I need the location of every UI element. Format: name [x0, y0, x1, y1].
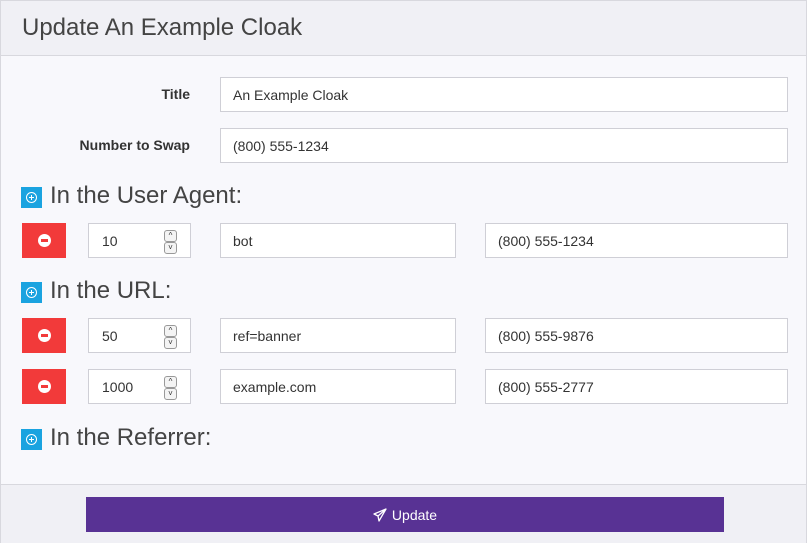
referrer-section-header: In the Referrer:	[21, 424, 211, 452]
plus-circle-icon	[26, 434, 37, 445]
weight-input[interactable]: 1000 ^ ˅	[88, 369, 191, 404]
minus-circle-icon	[37, 329, 51, 342]
plus-circle-icon	[26, 287, 37, 298]
weight-spinner[interactable]: ^ ˅	[164, 376, 177, 400]
match-input[interactable]: ref=banner	[220, 318, 456, 353]
cloak-panel: Update An Example Cloak Title An Example…	[0, 0, 807, 543]
minus-circle-icon	[37, 234, 51, 247]
user-agent-section-header: In the User Agent:	[21, 182, 242, 210]
remove-rule-button[interactable]	[22, 318, 66, 353]
add-url-rule-button[interactable]	[21, 282, 42, 303]
plus-circle-icon	[26, 192, 37, 203]
replacement-number-input[interactable]: (800) 555-2777	[485, 369, 788, 404]
weight-spinner[interactable]: ^ ˅	[164, 325, 177, 349]
match-input[interactable]: bot	[220, 223, 456, 258]
replacement-number-input[interactable]: (800) 555-9876	[485, 318, 788, 353]
chevron-up-icon[interactable]: ^	[164, 376, 177, 388]
chevron-down-icon[interactable]: ˅	[164, 242, 177, 254]
url-section-header: In the URL:	[21, 277, 171, 305]
weight-input[interactable]: 50 ^ ˅	[88, 318, 191, 353]
remove-rule-button[interactable]	[22, 223, 66, 258]
referrer-section-title: In the Referrer:	[50, 424, 212, 451]
weight-value: 10	[102, 233, 118, 249]
update-button[interactable]: Update	[86, 497, 724, 532]
chevron-up-icon[interactable]: ^	[164, 230, 177, 242]
number-to-swap-input[interactable]: (800) 555-1234	[220, 128, 788, 163]
weight-input[interactable]: 10 ^ ˅	[88, 223, 191, 258]
minus-circle-icon	[37, 380, 51, 393]
number-to-swap-label: Number to Swap	[79, 137, 190, 153]
user-agent-section-title: In the User Agent:	[50, 182, 243, 209]
replacement-number-input[interactable]: (800) 555-1234	[485, 223, 788, 258]
weight-value: 1000	[102, 379, 134, 395]
chevron-up-icon[interactable]: ^	[164, 325, 177, 337]
chevron-down-icon[interactable]: ˅	[164, 337, 177, 349]
paper-plane-icon	[373, 507, 387, 522]
chevron-down-icon[interactable]: ˅	[164, 388, 177, 400]
page-title: Update An Example Cloak	[22, 14, 303, 41]
weight-value: 50	[102, 328, 118, 344]
panel-header: Update An Example Cloak	[1, 1, 806, 56]
match-input[interactable]: example.com	[220, 369, 456, 404]
update-button-label: Update	[391, 506, 438, 523]
weight-spinner[interactable]: ^ ˅	[164, 230, 177, 254]
title-input[interactable]: An Example Cloak	[220, 77, 788, 112]
add-referrer-rule-button[interactable]	[21, 429, 42, 450]
title-label: Title	[161, 86, 190, 102]
panel-footer: Update	[1, 484, 806, 543]
url-section-title: In the URL:	[50, 277, 172, 304]
remove-rule-button[interactable]	[22, 369, 66, 404]
add-user-agent-rule-button[interactable]	[21, 187, 42, 208]
